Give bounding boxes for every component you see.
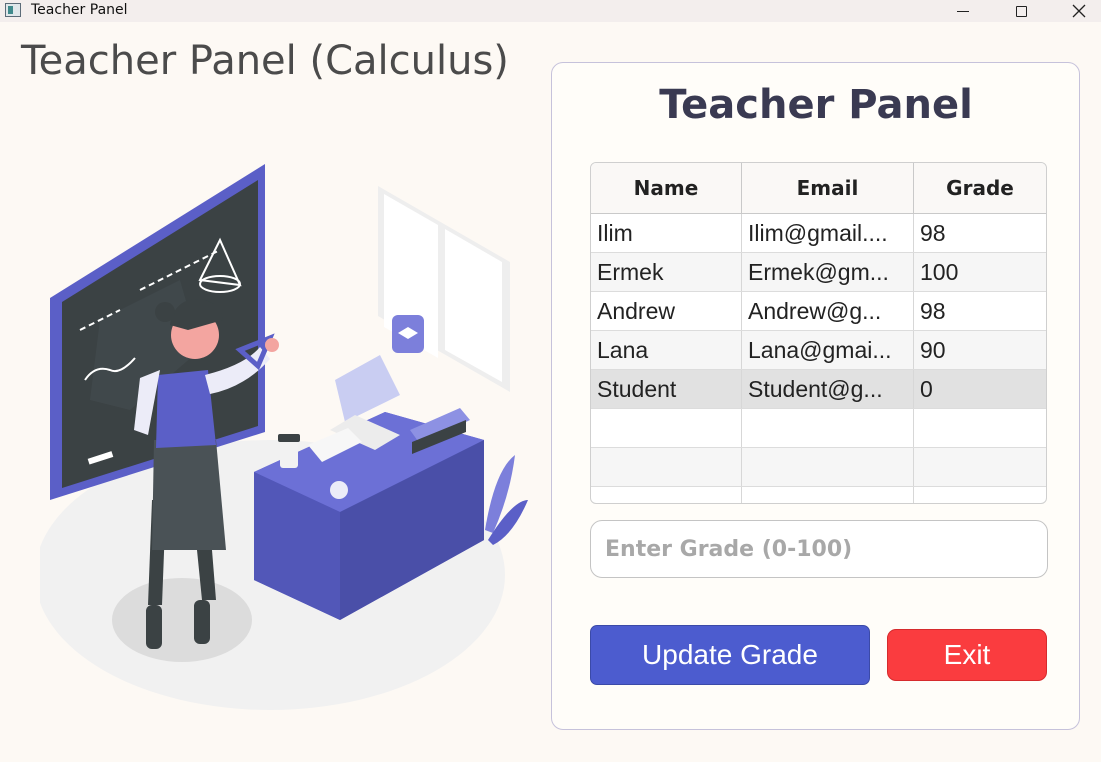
app-window-icon <box>5 3 21 17</box>
cell-grade: 0 <box>920 375 933 402</box>
column-header-grade[interactable]: Grade <box>914 163 1046 213</box>
cell-grade: 100 <box>920 258 959 285</box>
panel-title: Teacher Panel <box>659 82 973 128</box>
teacher-classroom-illustration <box>40 164 528 710</box>
minimize-button[interactable] <box>940 0 986 22</box>
table-header: Name Email Grade <box>591 163 1046 214</box>
window-titlebar: Teacher Panel <box>0 0 1101 22</box>
column-header-email[interactable]: Email <box>742 163 914 213</box>
cell-email: Andrew@g... <box>742 292 914 330</box>
cell-name: Andrew <box>591 292 742 330</box>
empty-cell <box>591 487 742 503</box>
window-title: Teacher Panel <box>31 2 128 18</box>
close-button[interactable] <box>1056 0 1101 22</box>
exit-button[interactable]: Exit <box>887 629 1047 681</box>
empty-cell <box>742 409 914 447</box>
empty-cell <box>742 448 914 486</box>
cell-email: Ermek@gm... <box>742 253 914 291</box>
close-icon <box>1072 4 1086 18</box>
maximize-icon <box>1015 5 1027 17</box>
empty-table-row <box>591 409 1046 448</box>
cell-email: Ilim@gmail.... <box>742 214 914 252</box>
table-row[interactable]: Lana Lana@gmai... 90 <box>591 331 1046 370</box>
empty-cell <box>591 409 742 447</box>
cell-name: Ilim <box>591 214 742 252</box>
cell-name: Lana <box>591 331 742 369</box>
cell-name: Student <box>591 370 742 408</box>
cell-grade: 90 <box>920 336 946 363</box>
empty-cell <box>591 448 742 486</box>
cell-email: Student@g... <box>742 370 914 408</box>
minimize-icon <box>957 10 969 12</box>
empty-cell <box>742 487 914 503</box>
table-row[interactable]: Ermek Ermek@gm... 100 <box>591 253 1046 292</box>
maximize-button[interactable] <box>998 0 1044 22</box>
cell-name: Ermek <box>591 253 742 291</box>
column-header-name[interactable]: Name <box>591 163 742 213</box>
update-grade-button[interactable]: Update Grade <box>590 625 870 685</box>
table-row-selected[interactable]: Student Student@g... 0 <box>591 370 1046 409</box>
cell-grade: 98 <box>920 297 946 324</box>
empty-table-row <box>591 448 1046 487</box>
page-title: Teacher Panel (Calculus) <box>21 38 509 84</box>
empty-cell <box>914 409 1046 447</box>
empty-table-row <box>591 487 1046 503</box>
cell-email: Lana@gmai... <box>742 331 914 369</box>
empty-cell <box>914 487 1046 503</box>
table-row[interactable]: Ilim Ilim@gmail.... 98 <box>591 214 1046 253</box>
table-row[interactable]: Andrew Andrew@g... 98 <box>591 292 1046 331</box>
grade-input[interactable] <box>590 520 1048 578</box>
grades-table[interactable]: Name Email Grade Ilim Ilim@gmail.... 98 … <box>590 162 1047 504</box>
cell-grade: 98 <box>920 219 946 246</box>
empty-cell <box>914 448 1046 486</box>
